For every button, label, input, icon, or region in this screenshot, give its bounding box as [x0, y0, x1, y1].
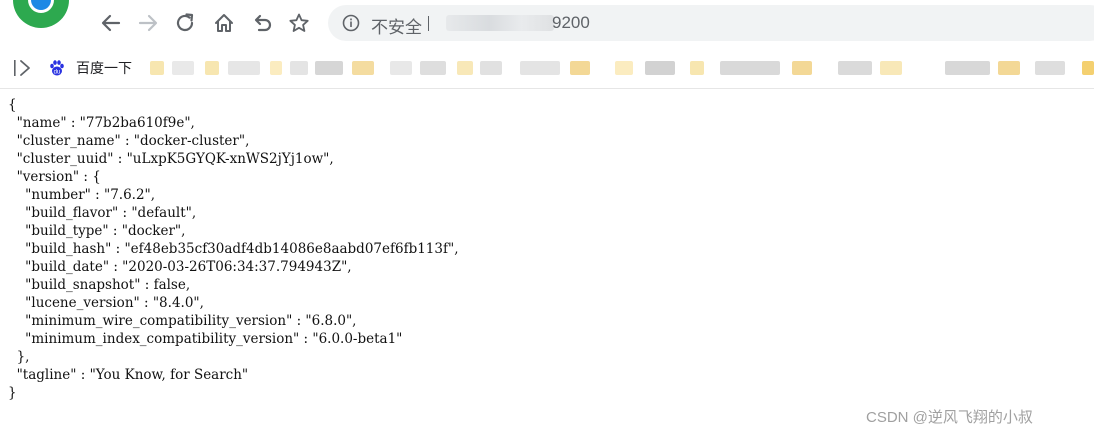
- blurred-bookmark-label[interactable]: [838, 61, 872, 75]
- bookmark-baidu[interactable]: du 百度一下: [48, 58, 132, 78]
- undo-icon: [254, 14, 272, 32]
- blurred-bookmark-label[interactable]: [945, 61, 990, 75]
- blurred-bookmark-icon[interactable]: [150, 61, 164, 75]
- blurred-url-host: [446, 15, 554, 31]
- reload-icon: [176, 13, 194, 32]
- blurred-bookmark-icon[interactable]: [457, 61, 473, 75]
- blurred-bookmark-label[interactable]: [520, 61, 560, 75]
- forward-arrow-icon: [138, 14, 158, 32]
- blurred-bookmark-icon[interactable]: [690, 61, 704, 75]
- csdn-watermark: CSDN @逆风飞翔的小叔: [866, 409, 1033, 426]
- home-button[interactable]: [210, 9, 238, 37]
- url-port: 9200: [552, 13, 590, 32]
- blurred-bookmark-label[interactable]: [390, 61, 412, 75]
- omnibox-separator: [428, 16, 429, 31]
- star-icon: [289, 13, 309, 32]
- bookmark-baidu-label: 百度一下: [76, 60, 132, 76]
- svg-text:du: du: [54, 70, 61, 76]
- blurred-bookmark-label[interactable]: [315, 61, 343, 75]
- bookmark-star-button[interactable]: [285, 9, 313, 37]
- sidebar-toggle-icon[interactable]: [12, 58, 34, 78]
- blurred-bookmark-icon[interactable]: [205, 61, 219, 75]
- json-response-text: { "name" : "77b2ba610f9e", "cluster_name…: [8, 97, 459, 401]
- blurred-bookmark-label[interactable]: [420, 61, 446, 75]
- back-button[interactable]: [97, 9, 125, 37]
- address-bar[interactable]: 不安全 9200: [328, 5, 1094, 41]
- forward-button[interactable]: [134, 9, 162, 37]
- baidu-paw-icon: du: [50, 60, 64, 76]
- blurred-bookmark-icon[interactable]: [998, 61, 1020, 75]
- home-icon: [215, 14, 233, 32]
- blurred-bookmark-label[interactable]: [645, 61, 675, 75]
- blurred-bookmark-label[interactable]: [720, 61, 780, 75]
- back-arrow-icon: [101, 14, 121, 32]
- blurred-bookmark-label[interactable]: [228, 61, 260, 75]
- blurred-bookmark-icon[interactable]: [1082, 61, 1094, 75]
- chrome-logo-icon: [12, 0, 70, 30]
- blurred-bookmark-label[interactable]: [172, 61, 194, 75]
- bookmarks-bar: du 百度一下: [0, 48, 1094, 89]
- browser-toolbar: 不安全 9200: [0, 0, 1094, 46]
- blurred-bookmark-label[interactable]: [1035, 61, 1065, 75]
- blurred-bookmark-icon[interactable]: [570, 61, 590, 75]
- blurred-bookmark-icon[interactable]: [615, 61, 633, 75]
- blurred-bookmark-icon[interactable]: [270, 61, 282, 75]
- reload-button[interactable]: [171, 9, 199, 37]
- blurred-bookmark-label[interactable]: [290, 61, 308, 75]
- blurred-bookmark-label[interactable]: [480, 61, 502, 75]
- blurred-bookmark-icon[interactable]: [880, 61, 902, 75]
- blurred-bookmark-icon[interactable]: [792, 61, 812, 75]
- security-label: 不安全: [371, 18, 422, 37]
- undo-button[interactable]: [248, 9, 276, 37]
- blurred-bookmark-icon[interactable]: [352, 61, 374, 75]
- info-icon[interactable]: [342, 14, 360, 32]
